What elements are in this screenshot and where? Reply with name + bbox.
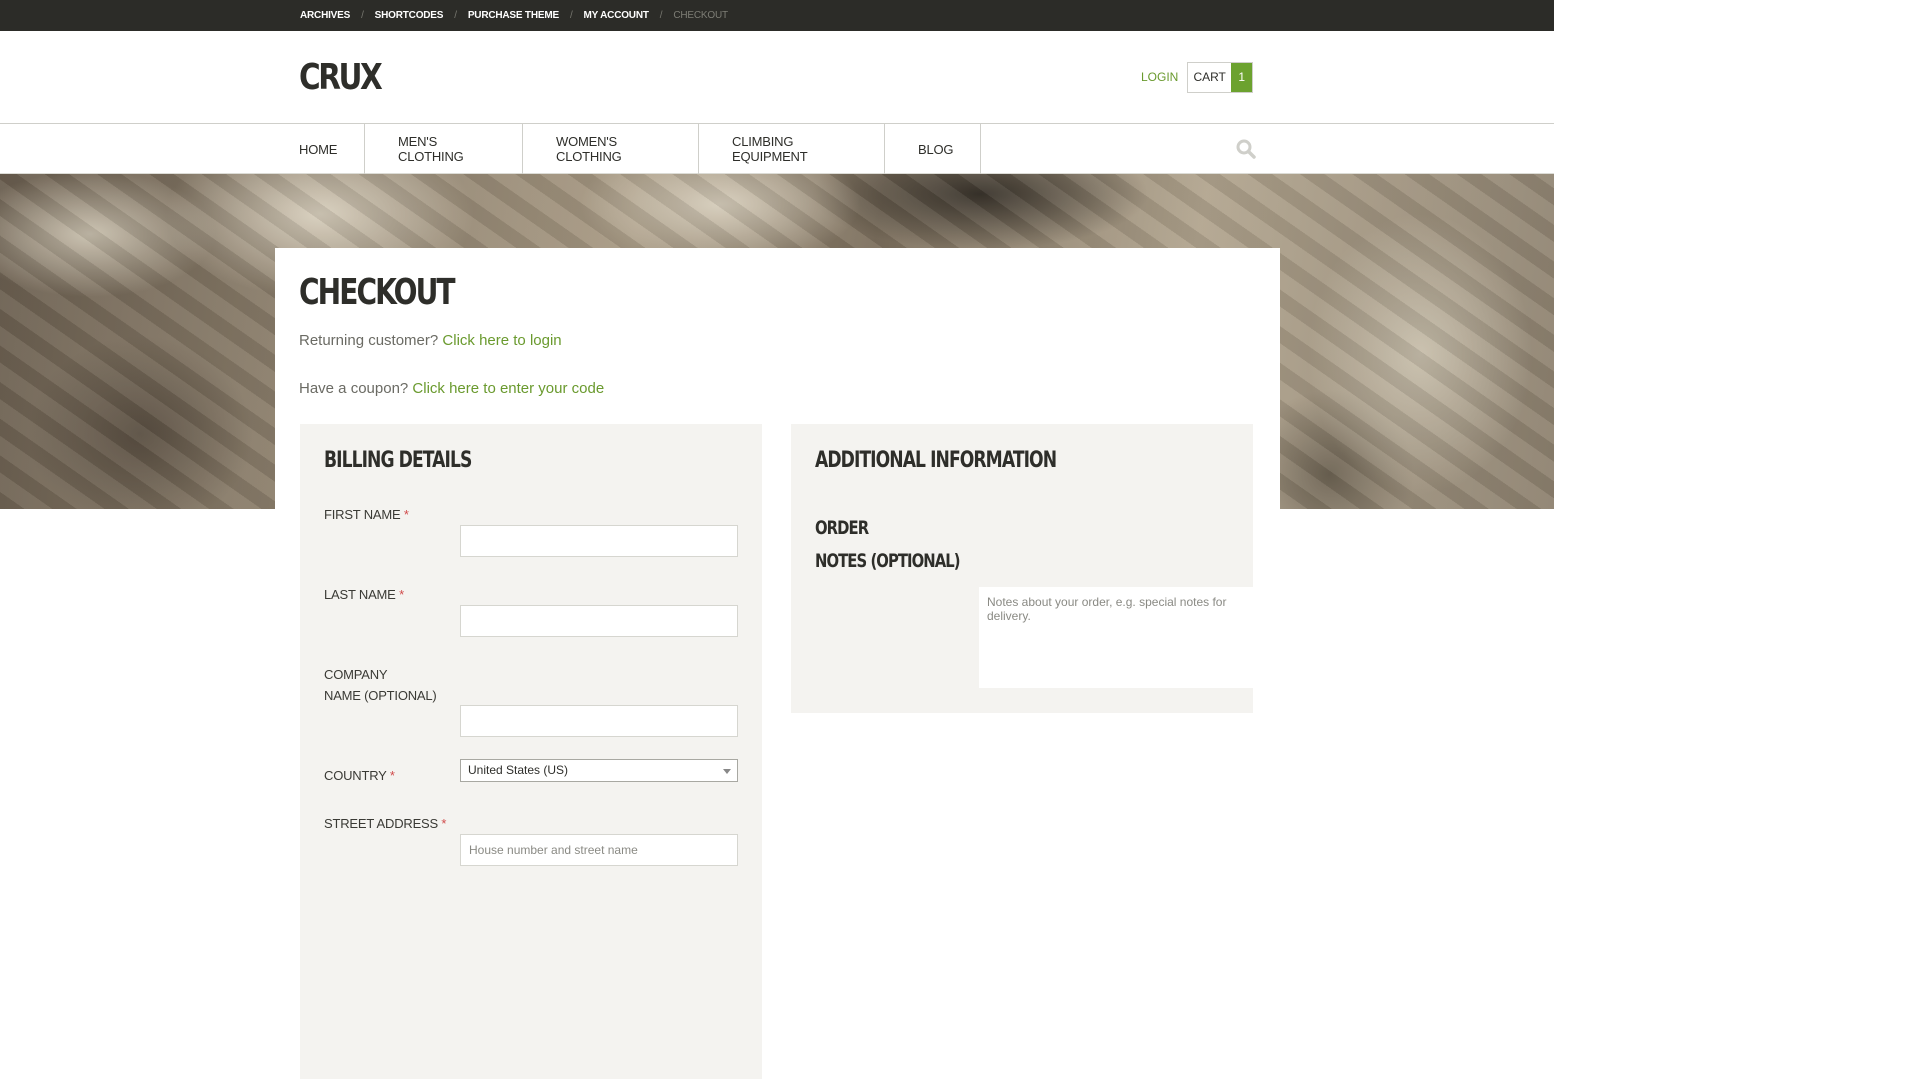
additional-information-panel: ADDITIONAL INFORMATION ORDER NOTES (OPTI… (791, 424, 1253, 713)
topbar-separator: / (361, 10, 364, 21)
order-notes-textarea[interactable] (979, 587, 1253, 688)
first-name-field[interactable] (460, 525, 738, 557)
billing-details-title: BILLING DETAILS (324, 448, 472, 473)
nav-item-blog[interactable]: BLOG (885, 124, 981, 174)
cart-label: CART (1193, 70, 1226, 84)
topbar-separator: / (569, 10, 573, 21)
chevron-down-icon (723, 769, 731, 774)
street-address-label: STREET ADDRESS * (324, 813, 446, 834)
site-logo[interactable]: CRUX (299, 57, 383, 98)
nav-item-home[interactable]: HOME (299, 124, 365, 174)
returning-customer-notice: Returning customer? Click here to login (299, 332, 562, 349)
nav-item-mens-clothing[interactable]: MEN'S CLOTHING (365, 124, 523, 174)
coupon-text: Have a coupon? (299, 380, 409, 397)
required-marker: * (389, 768, 395, 783)
first-name-label: FIRST NAME * (324, 504, 409, 525)
page-title: CHECKOUT (299, 272, 456, 313)
last-name-label-text: LAST NAME (324, 587, 396, 602)
login-toggle-link[interactable]: Click here to login (442, 332, 561, 349)
order-notes-label-line1: ORDER (815, 517, 869, 539)
cart-count-badge: 1 (1231, 63, 1252, 92)
topbar-separator: / (659, 10, 663, 21)
cart-button[interactable]: CART 1 (1187, 62, 1253, 93)
country-selected-value: United States (US) (468, 763, 569, 777)
company-name-label-line1: COMPANY (324, 667, 388, 682)
required-marker: * (441, 816, 447, 831)
company-name-label-line2: NAME (OPTIONAL) (324, 688, 437, 703)
search-icon[interactable] (1236, 139, 1256, 159)
top-utility-links: ARCHIVES / SHORTCODES / PURCHASE THEME /… (300, 0, 728, 31)
coupon-notice: Have a coupon? Click here to enter your … (299, 380, 604, 397)
country-label: COUNTRY * (324, 765, 395, 786)
street-address-field[interactable] (460, 834, 738, 866)
required-marker: * (399, 587, 404, 602)
nav-item-womens-clothing[interactable]: WOMEN'S CLOTHING (523, 124, 699, 174)
company-name-field[interactable] (460, 705, 738, 737)
country-label-text: COUNTRY (324, 768, 387, 783)
site-header: CRUX LOGIN CART 1 (0, 31, 1554, 124)
main-navigation: HOME MEN'S CLOTHING WOMEN'S CLOTHING CLI… (0, 124, 1554, 174)
street-address-label-text: STREET ADDRESS (324, 816, 438, 831)
coupon-toggle-link[interactable]: Click here to enter your code (412, 380, 604, 397)
topbar-link-purchase-theme[interactable]: PURCHASE THEME (468, 10, 559, 21)
login-link[interactable]: LOGIN (1141, 70, 1178, 84)
returning-customer-text: Returning customer? (299, 332, 439, 349)
last-name-label: LAST NAME * (324, 584, 404, 605)
order-notes-label-line2: NOTES (OPTIONAL) (815, 550, 961, 572)
topbar-link-archives[interactable]: ARCHIVES (300, 10, 350, 21)
nav-item-climbing-equipment[interactable]: CLIMBING EQUIPMENT (699, 124, 885, 174)
top-utility-bar: ARCHIVES / SHORTCODES / PURCHASE THEME /… (0, 0, 1554, 31)
last-name-field[interactable] (460, 605, 738, 637)
additional-information-title: ADDITIONAL INFORMATION (815, 448, 1057, 473)
country-select[interactable]: United States (US) (460, 759, 738, 782)
required-marker: * (403, 507, 409, 522)
topbar-current-page: CHECKOUT (673, 10, 728, 21)
billing-details-panel: BILLING DETAILS FIRST NAME * LAST NAME *… (300, 424, 762, 1079)
company-name-label: COMPANY NAME (OPTIONAL) (324, 664, 437, 706)
topbar-link-shortcodes[interactable]: SHORTCODES (375, 10, 444, 21)
topbar-separator: / (454, 10, 457, 21)
first-name-label-text: FIRST NAME (324, 507, 401, 522)
topbar-link-my-account[interactable]: MY ACCOUNT (584, 10, 649, 21)
